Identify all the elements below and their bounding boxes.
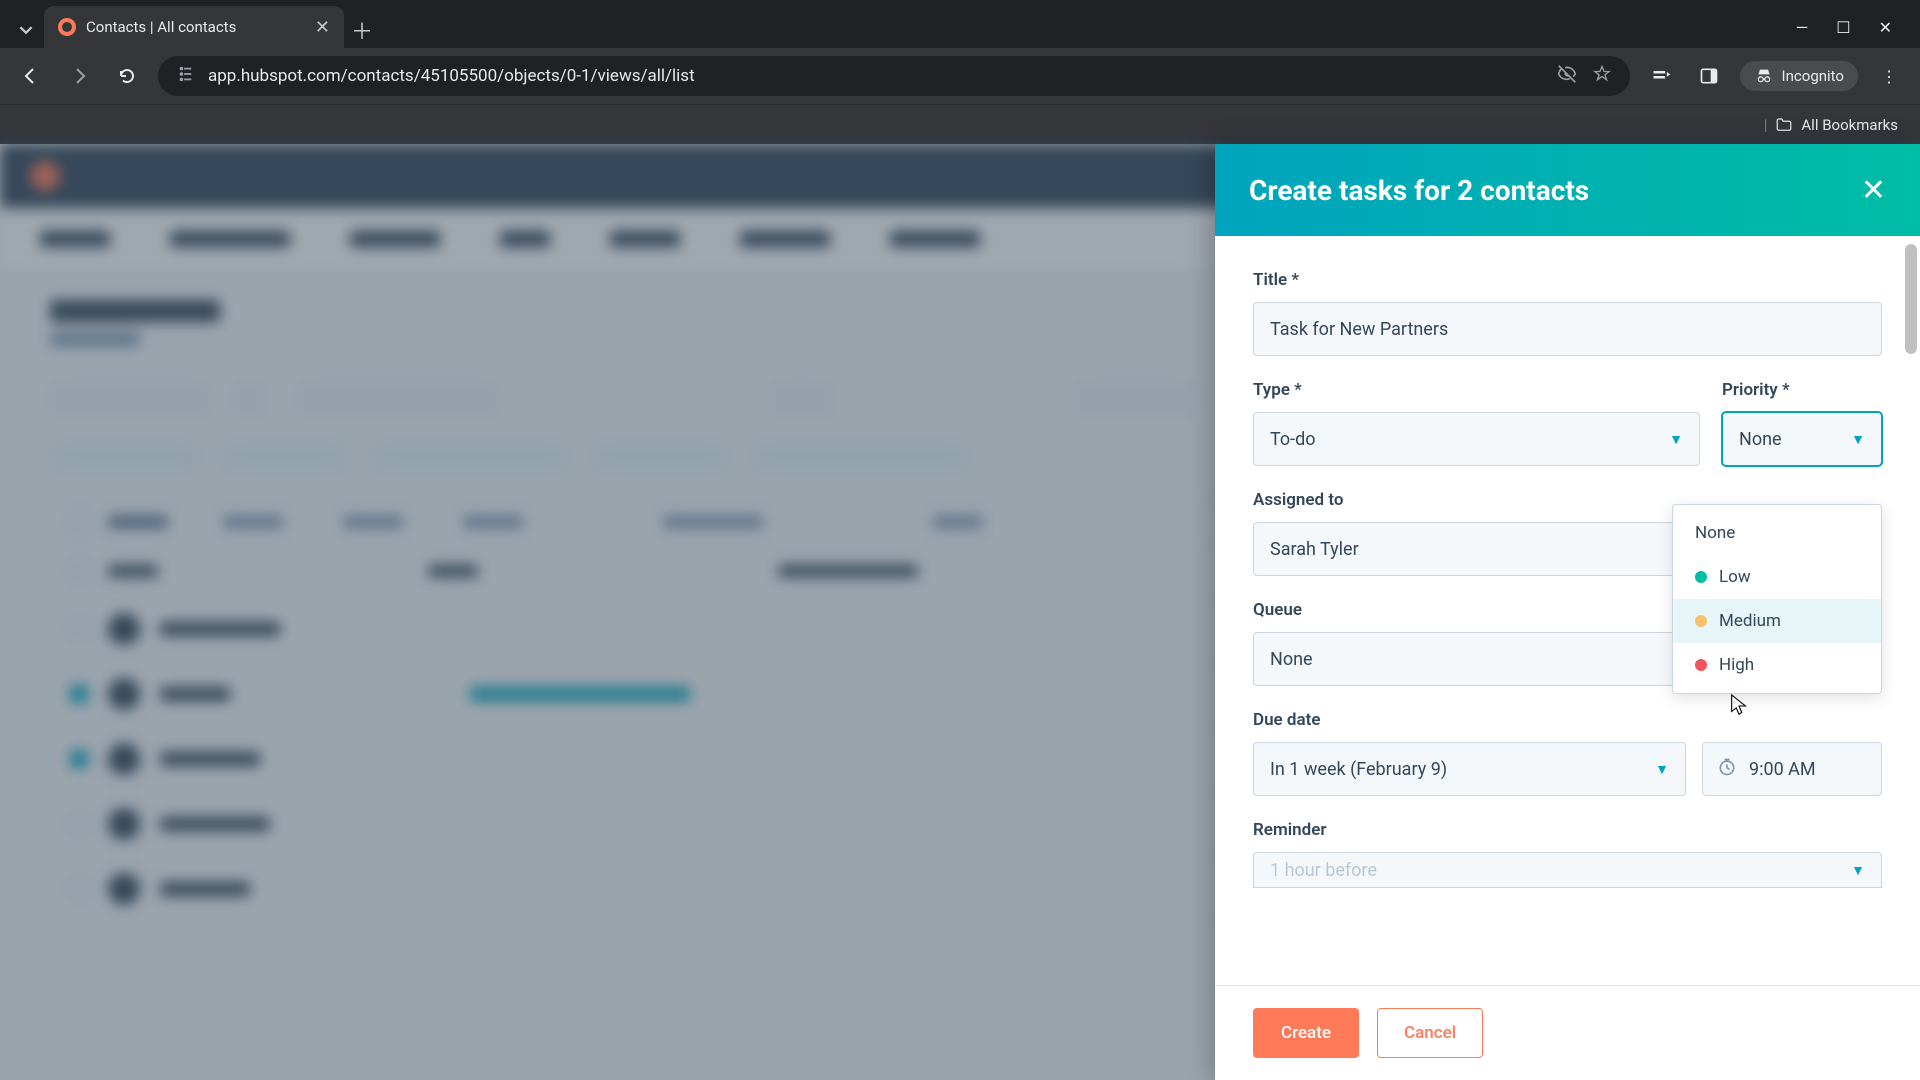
panel-title: Create tasks for 2 contacts [1249, 174, 1589, 207]
minimize-button[interactable]: ― [1796, 18, 1809, 37]
type-select[interactable]: To-do ▼ [1253, 412, 1700, 466]
close-tab-icon[interactable]: ✕ [315, 17, 330, 38]
type-label: Type * [1253, 380, 1700, 400]
bookmark-star-icon[interactable] [1592, 64, 1612, 89]
dot-icon [1695, 615, 1707, 627]
type-value: To-do [1270, 429, 1316, 450]
caret-down-icon: ▼ [1655, 761, 1669, 778]
assigned-to-value: Sarah Tyler [1270, 539, 1359, 560]
url-text: app.hubspot.com/contacts/45105500/object… [208, 66, 695, 86]
priority-option-none[interactable]: None [1673, 511, 1881, 555]
caret-down-icon: ▼ [1851, 431, 1865, 448]
queue-value: None [1270, 649, 1313, 670]
option-label: None [1695, 523, 1735, 543]
priority-label: Priority * [1722, 380, 1882, 400]
close-window-button[interactable]: ✕ [1879, 18, 1892, 37]
reload-button[interactable] [110, 59, 144, 93]
clock-icon [1717, 757, 1737, 782]
bookmarks-bar: | All Bookmarks [0, 104, 1920, 144]
priority-dropdown: None Low Medium High [1672, 504, 1882, 694]
panel-header: Create tasks for 2 contacts ✕ [1215, 144, 1920, 236]
priority-option-high[interactable]: High [1673, 643, 1881, 687]
panel-footer: Create Cancel [1215, 985, 1920, 1080]
priority-select[interactable]: None ▼ [1722, 412, 1882, 466]
eye-off-icon[interactable] [1556, 63, 1578, 90]
panel-body: Title * Type * To-do ▼ Priority * None ▼ [1215, 236, 1920, 985]
toolbar-right-icons: Incognito ⋮ [1644, 59, 1906, 93]
tab-strip: Contacts | All contacts ✕ ＋ ― ☐ ✕ [0, 0, 1920, 48]
tab-title: Contacts | All contacts [86, 18, 236, 36]
scrollbar-thumb[interactable] [1905, 244, 1917, 354]
reminder-value: 1 hour before [1270, 860, 1377, 881]
create-task-panel: Create tasks for 2 contacts ✕ Title * Ty… [1215, 144, 1920, 1080]
all-bookmarks-button[interactable]: All Bookmarks [1801, 116, 1898, 134]
browser-toolbar: app.hubspot.com/contacts/45105500/object… [0, 48, 1920, 104]
browser-chrome: Contacts | All contacts ✕ ＋ ― ☐ ✕ app.hu… [0, 0, 1920, 144]
due-date-select[interactable]: In 1 week (February 9) ▼ [1253, 742, 1686, 796]
due-time-value: 9:00 AM [1749, 759, 1816, 780]
type-priority-row: Type * To-do ▼ Priority * None ▼ [1253, 380, 1882, 466]
due-date-label: Due date [1253, 710, 1882, 730]
option-label: Medium [1719, 611, 1781, 631]
cancel-button[interactable]: Cancel [1377, 1008, 1483, 1058]
folder-icon [1775, 116, 1793, 134]
incognito-badge[interactable]: Incognito [1740, 61, 1858, 91]
address-bar[interactable]: app.hubspot.com/contacts/45105500/object… [158, 56, 1630, 96]
browser-menu-icon[interactable]: ⋮ [1872, 59, 1906, 93]
side-panel-icon[interactable] [1692, 59, 1726, 93]
title-input[interactable] [1253, 302, 1882, 356]
new-tab-button[interactable]: ＋ [344, 12, 380, 48]
back-button[interactable] [14, 59, 48, 93]
create-button[interactable]: Create [1253, 1008, 1359, 1058]
due-date-value: In 1 week (February 9) [1270, 759, 1447, 780]
media-control-icon[interactable] [1644, 59, 1678, 93]
due-time-input[interactable]: 9:00 AM [1702, 742, 1882, 796]
reminder-row: Reminder 1 hour before ▼ [1253, 820, 1882, 888]
priority-value: None [1739, 429, 1782, 450]
window-controls: ― ☐ ✕ [1776, 6, 1912, 48]
forward-button[interactable] [62, 59, 96, 93]
priority-option-low[interactable]: Low [1673, 555, 1881, 599]
panel-scrollbar[interactable] [1902, 236, 1920, 985]
hubspot-favicon [58, 18, 76, 36]
tab-search-button[interactable] [8, 12, 44, 48]
browser-tab[interactable]: Contacts | All contacts ✕ [44, 6, 344, 48]
due-date-row: Due date In 1 week (February 9) ▼ 9:00 A… [1253, 710, 1882, 796]
reminder-select[interactable]: 1 hour before ▼ [1253, 852, 1882, 888]
caret-down-icon: ▼ [1669, 431, 1683, 448]
dot-icon [1695, 571, 1707, 583]
maximize-button[interactable]: ☐ [1836, 18, 1850, 37]
option-label: High [1719, 655, 1754, 675]
incognito-icon [1754, 68, 1774, 84]
page-viewport: Create tasks for 2 contacts ✕ Title * Ty… [0, 144, 1920, 1080]
priority-option-medium[interactable]: Medium [1673, 599, 1881, 643]
dot-icon [1695, 659, 1707, 671]
site-info-icon[interactable] [176, 65, 194, 87]
caret-down-icon: ▼ [1851, 862, 1865, 879]
option-label: Low [1719, 567, 1751, 587]
title-field-row: Title * [1253, 270, 1882, 356]
title-label: Title * [1253, 270, 1882, 290]
close-panel-button[interactable]: ✕ [1861, 173, 1886, 208]
incognito-label: Incognito [1782, 67, 1844, 85]
reminder-label: Reminder [1253, 820, 1882, 840]
